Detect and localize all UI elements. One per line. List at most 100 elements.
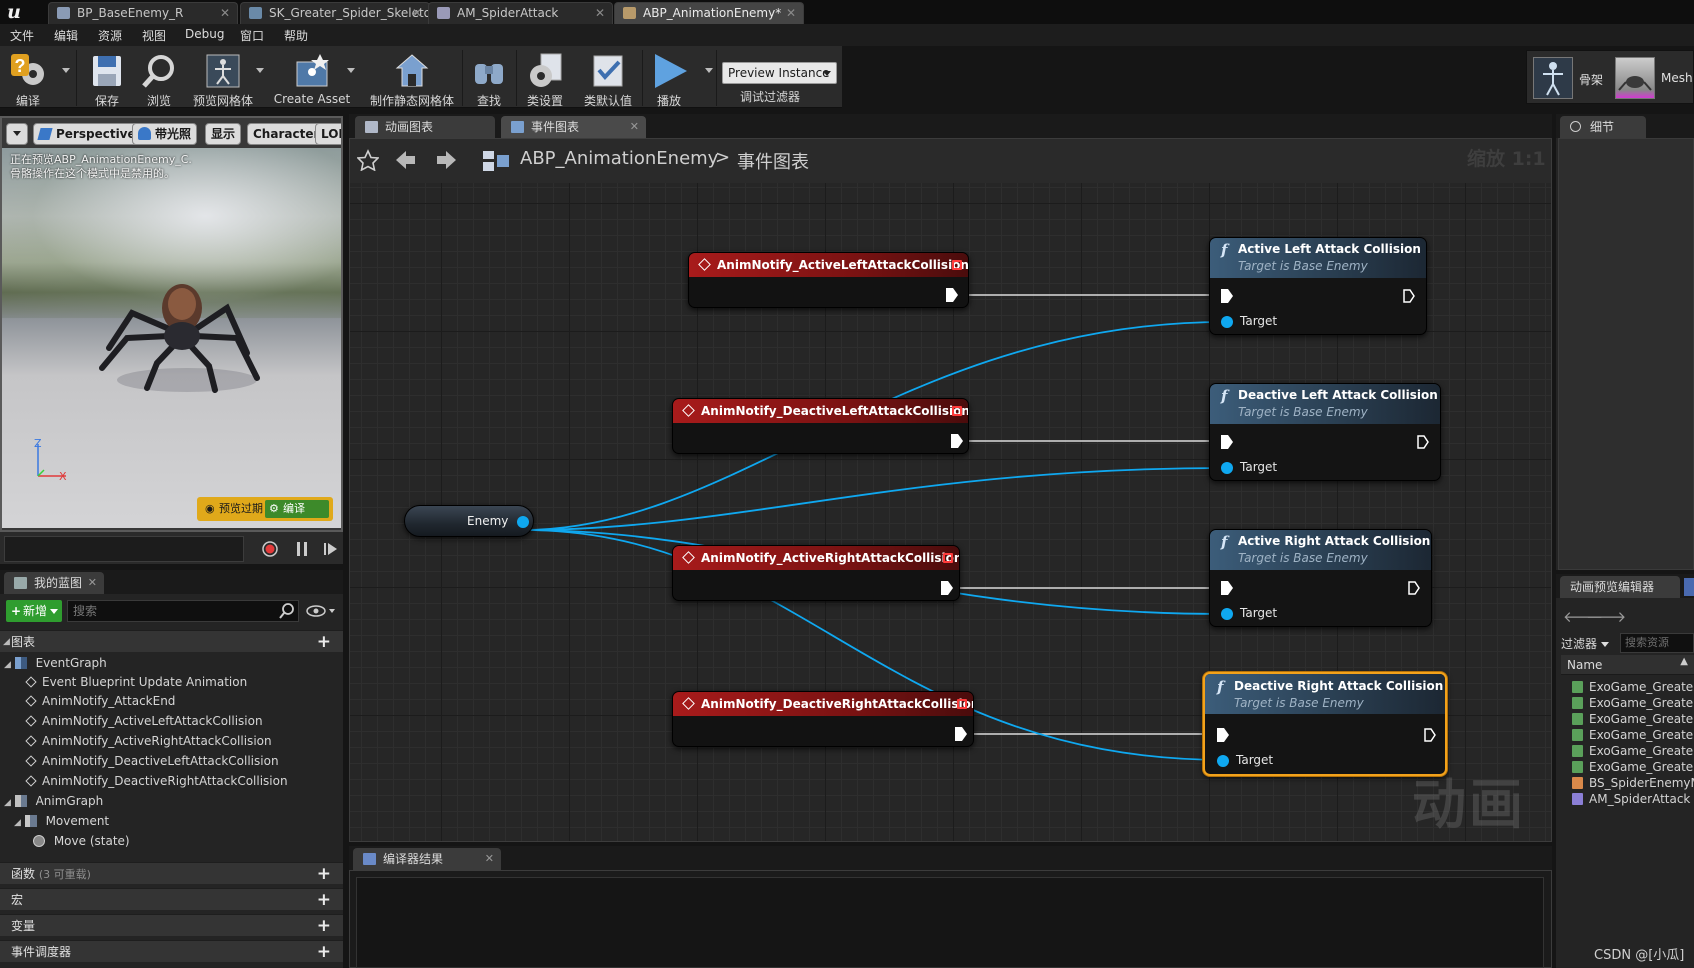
mesh-mode-button[interactable] — [1615, 57, 1655, 99]
tree-item-event[interactable]: Event Blueprint Update Animation — [24, 673, 247, 691]
function-node-deactive-right[interactable]: f Deactive Right Attack Collision Target… — [1203, 672, 1447, 776]
character-menu-button[interactable]: Character — [247, 123, 326, 145]
tab-my-blueprint[interactable]: 我的蓝图 ✕ — [4, 572, 105, 594]
event-node-active-right[interactable]: AnimNotify_ActiveRightAttackCollision — [672, 545, 960, 601]
menu-edit[interactable]: 编辑 — [54, 27, 78, 44]
chevron-down-icon[interactable] — [62, 68, 70, 73]
exec-output-pin[interactable] — [1403, 289, 1415, 303]
dispatchers-category-header[interactable]: 事件调度器 + — [0, 940, 343, 962]
close-icon[interactable]: ✕ — [485, 848, 494, 870]
forward-arrow-icon[interactable] — [436, 151, 456, 169]
close-icon[interactable]: ✕ — [595, 3, 605, 23]
tree-item-event[interactable]: AnimNotify_AttackEnd — [24, 692, 175, 710]
menu-asset[interactable]: 资源 — [98, 27, 122, 44]
asset-list-item[interactable]: ExoGame_Greater_S — [1589, 759, 1694, 775]
asset-list-item[interactable]: AM_SpiderAttack — [1589, 791, 1690, 807]
search-icon[interactable] — [279, 603, 295, 619]
target-input-pin[interactable] — [1221, 316, 1233, 328]
chevron-down-icon[interactable] — [347, 68, 355, 73]
tree-item-event[interactable]: AnimNotify_DeactiveLeftAttackCollision — [24, 752, 279, 770]
tab-details[interactable]: 细节 — [1560, 116, 1646, 138]
record-button[interactable] — [262, 541, 278, 557]
graphs-category-header[interactable]: ◢ 图表 + — [0, 630, 343, 652]
enemy-variable-node[interactable]: Enemy — [404, 505, 534, 537]
badge-compile-button[interactable]: ⚙ 编译 — [265, 500, 329, 518]
browse-button[interactable]: 浏览 — [136, 50, 182, 108]
add-dispatcher-plus-icon[interactable]: + — [317, 941, 331, 963]
macros-category-header[interactable]: 宏 + — [0, 888, 343, 910]
document-tab-anim-blueprint[interactable]: ABP_AnimationEnemy* ✕ — [614, 2, 804, 24]
tree-item-eventgraph[interactable]: ◢ EventGraph — [4, 654, 107, 672]
close-icon[interactable]: ✕ — [630, 116, 639, 138]
play-button[interactable]: 播放 — [646, 50, 692, 108]
document-tab-skeleton[interactable]: SK_Greater_Spider_Skeleto ✕ — [240, 2, 430, 24]
asset-list-item[interactable]: BS_SpiderEnemyMo — [1589, 775, 1694, 791]
asset-search-input[interactable]: 搜索资源 — [1620, 633, 1694, 653]
timeline-field[interactable] — [4, 536, 244, 562]
close-icon[interactable]: ✕ — [220, 3, 230, 23]
delegate-pin-icon[interactable] — [952, 406, 962, 416]
delegate-pin-icon[interactable] — [943, 553, 953, 563]
exec-output-pin[interactable] — [941, 581, 953, 595]
tab-anim-graph[interactable]: 动画图表 — [355, 116, 495, 138]
asset-filter-button[interactable]: 过滤器 — [1561, 635, 1609, 652]
compiler-results-log[interactable] — [356, 877, 1544, 968]
event-node-deactive-left[interactable]: AnimNotify_DeactiveLeftAttackCollision — [672, 398, 969, 454]
find-button[interactable]: 查找 — [466, 50, 512, 108]
asset-list-item[interactable]: ExoGame_Greater_S — [1589, 695, 1694, 711]
compile-button[interactable]: ? 编译 — [2, 50, 54, 108]
lod-menu-button[interactable]: LOD — [315, 123, 341, 145]
asset-list-item[interactable]: ExoGame_Greater_S — [1589, 743, 1694, 759]
exec-output-pin[interactable] — [946, 288, 958, 302]
delegate-pin-icon[interactable] — [952, 260, 962, 270]
close-icon[interactable]: ✕ — [88, 572, 97, 594]
exec-output-pin[interactable] — [951, 434, 963, 448]
tab-compiler-results[interactable]: 编译器结果 ✕ — [353, 848, 501, 870]
enemy-output-pin[interactable] — [517, 516, 529, 528]
show-menu-button[interactable]: 显示 — [205, 123, 242, 145]
back-arrow-icon[interactable] — [396, 151, 416, 169]
forward-arrow-icon[interactable]: 🡒 — [1586, 607, 1626, 626]
document-tab-bp-base-enemy[interactable]: BP_BaseEnemy_R ✕ — [48, 2, 238, 24]
menu-window[interactable]: 窗口 — [240, 27, 264, 44]
function-node-active-right[interactable]: f Active Right Attack Collision Target i… — [1209, 529, 1432, 627]
tree-item-event[interactable]: AnimNotify_ActiveRightAttackCollision — [24, 732, 272, 750]
lit-mode-button[interactable]: 带光照 — [132, 123, 198, 145]
chevron-down-icon[interactable] — [705, 68, 713, 73]
menu-debug[interactable]: Debug — [185, 27, 224, 41]
tree-item-event[interactable]: AnimNotify_DeactiveRightAttackCollision — [24, 772, 288, 790]
skeleton-mode-button[interactable] — [1533, 57, 1573, 99]
pause-button[interactable] — [294, 541, 310, 557]
exec-input-pin[interactable] — [1221, 289, 1233, 303]
close-icon[interactable]: ✕ — [412, 3, 422, 23]
exec-input-pin[interactable] — [1221, 435, 1233, 449]
menu-help[interactable]: 帮助 — [284, 27, 308, 44]
class-settings-button[interactable]: 类设置 — [520, 50, 570, 108]
preview-instance-dropdown[interactable]: Preview Instance — [722, 62, 837, 84]
add-new-button[interactable]: + 新增 — [6, 600, 62, 622]
step-forward-button[interactable] — [322, 541, 338, 557]
menu-file[interactable]: 文件 — [10, 27, 34, 44]
create-asset-button[interactable]: Create Asset — [272, 50, 352, 106]
event-node-active-left[interactable]: AnimNotify_ActiveLeftAttackCollision — [688, 252, 969, 308]
tab-anim-preview-editor[interactable]: 动画预览编辑器 — [1560, 576, 1680, 598]
viewport-options-button[interactable] — [6, 123, 28, 145]
function-node-active-left[interactable]: f Active Left Attack Collision Target is… — [1209, 237, 1427, 335]
breadcrumb-current[interactable]: 事件图表 — [737, 148, 809, 174]
exec-input-pin[interactable] — [1221, 581, 1233, 595]
tree-item-state-machine[interactable]: ◢ Movement — [14, 812, 109, 830]
event-node-deactive-right[interactable]: AnimNotify_DeactiveRightAttackCollision — [672, 691, 974, 747]
target-input-pin[interactable] — [1217, 755, 1229, 767]
add-macro-plus-icon[interactable]: + — [317, 889, 331, 911]
target-input-pin[interactable] — [1221, 462, 1233, 474]
favorite-star-icon[interactable] — [357, 149, 379, 171]
save-button[interactable]: 保存 — [84, 50, 130, 108]
target-input-pin[interactable] — [1221, 608, 1233, 620]
preview-mesh-button[interactable]: 预览网格体 — [190, 50, 256, 108]
content-browser-tab-icon[interactable] — [1684, 578, 1694, 596]
preview-viewport[interactable]: Perspective 带光照 显示 Character LOD 正在预览ABP… — [0, 116, 343, 532]
variables-category-header[interactable]: 变量 + — [0, 914, 343, 936]
exec-output-pin[interactable] — [955, 727, 967, 741]
document-tab-anim-montage[interactable]: AM_SpiderAttack ✕ — [428, 2, 613, 24]
breadcrumb-root[interactable]: ABP_AnimationEnemy — [520, 148, 718, 169]
